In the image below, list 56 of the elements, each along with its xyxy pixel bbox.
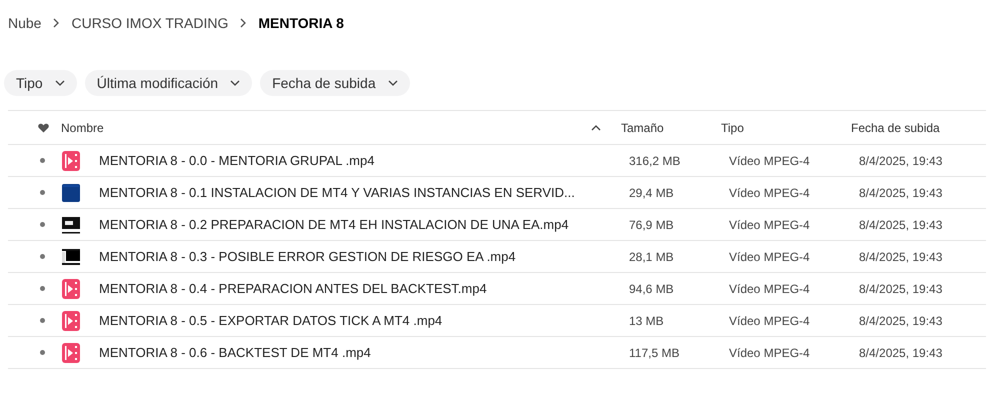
table-cell-text: 316,2 MB xyxy=(629,152,682,170)
table-cell-text: 8/4/2025, 19:43 xyxy=(859,312,942,330)
bullet-icon xyxy=(40,190,45,195)
table-cell-text: 28,1 MB xyxy=(629,248,675,266)
filter-dropdown[interactable]: Fecha de subida xyxy=(260,70,410,96)
table-cell-text: 8/4/2025, 19:43 xyxy=(859,248,942,266)
file-name[interactable]: MENTORIA 8 - 0.6 - BACKTEST DE MT4 .mp4 xyxy=(99,342,629,362)
video-file-icon xyxy=(62,150,80,170)
filter-dropdown[interactable]: Tipo xyxy=(4,70,77,96)
table-cell-text: Vídeo MPEG-4 xyxy=(729,248,811,266)
table-cell-text: 8/4/2025, 19:43 xyxy=(859,344,942,362)
chevron-down-icon xyxy=(54,80,65,86)
video-file-icon xyxy=(62,342,80,362)
filter-dropdown[interactable]: Última modificación xyxy=(84,70,252,96)
chevron-right-icon xyxy=(240,18,246,28)
column-header[interactable]: Tamaño xyxy=(621,118,721,136)
bullet-icon xyxy=(40,158,45,163)
chevron-right-icon xyxy=(53,18,60,28)
file-name[interactable]: MENTORIA 8 - 0.1 INSTALACION DE MT4 Y VARIAS INSTANCIAS EN SERVID... xyxy=(99,182,629,202)
table-cell-text: 94,6 MB xyxy=(629,280,675,298)
file-name[interactable]: MENTORIA 8 - 0.0 - MENTORIA GRUPAL .mp4 xyxy=(99,150,629,170)
file-name[interactable]: MENTORIA 8 - 0.2 PREPARACION DE MT4 EH INSTALACION DE UNA EA.mp4 xyxy=(99,214,629,234)
breadcrumb-link[interactable]: MENTORIA 8 xyxy=(258,12,344,34)
table-cell-text: Vídeo MPEG-4 xyxy=(729,280,811,298)
table-cell-text: Vídeo MPEG-4 xyxy=(729,312,811,330)
caret-up-icon[interactable] xyxy=(591,124,601,130)
heart-icon xyxy=(38,122,49,132)
table-cell-text: 8/4/2025, 19:43 xyxy=(859,216,942,234)
table-cell-text: 117,5 MB xyxy=(629,344,680,362)
video-file-icon xyxy=(62,310,80,330)
bullet-icon xyxy=(40,286,45,291)
table-cell-text: 29,4 MB xyxy=(629,184,675,202)
file-name[interactable]: MENTORIA 8 - 0.5 - EXPORTAR DATOS TICK A MT4 .mp4 xyxy=(99,310,629,330)
table-cell-text: 8/4/2025, 19:43 xyxy=(859,152,942,170)
table-cell-text: Vídeo MPEG-4 xyxy=(729,184,811,202)
table-cell-text: Vídeo MPEG-4 xyxy=(729,152,811,170)
column-header[interactable]: Fecha de subida xyxy=(851,118,940,136)
file-name[interactable]: MENTORIA 8 - 0.3 - POSIBLE ERROR GESTION DE RIESGO EA .mp4 xyxy=(99,246,629,266)
chevron-down-icon xyxy=(230,80,240,86)
table-cell-text: Vídeo MPEG-4 xyxy=(729,344,811,362)
table-cell-text: 8/4/2025, 19:43 xyxy=(859,280,942,298)
file-name[interactable]: MENTORIA 8 - 0.4 - PREPARACION ANTES DEL BACKTEST.mp4 xyxy=(99,278,629,298)
chevron-down-icon xyxy=(388,80,398,86)
bullet-icon xyxy=(40,318,45,323)
column-header[interactable]: Nombre xyxy=(61,118,591,136)
breadcrumb-link[interactable]: Nube xyxy=(8,12,42,34)
column-header[interactable]: Tipo xyxy=(721,118,851,136)
bullet-icon xyxy=(40,254,45,259)
table-cell-text: 13 MB xyxy=(629,312,665,330)
table-cell-text: 76,9 MB xyxy=(629,216,675,234)
video-file-icon xyxy=(62,278,80,298)
bullet-icon xyxy=(40,222,45,227)
table-cell-text: Vídeo MPEG-4 xyxy=(729,216,811,234)
breadcrumb-link[interactable]: CURSO IMOX TRADING xyxy=(71,12,228,34)
table-cell-text: 8/4/2025, 19:43 xyxy=(859,184,942,202)
bullet-icon xyxy=(40,350,45,355)
